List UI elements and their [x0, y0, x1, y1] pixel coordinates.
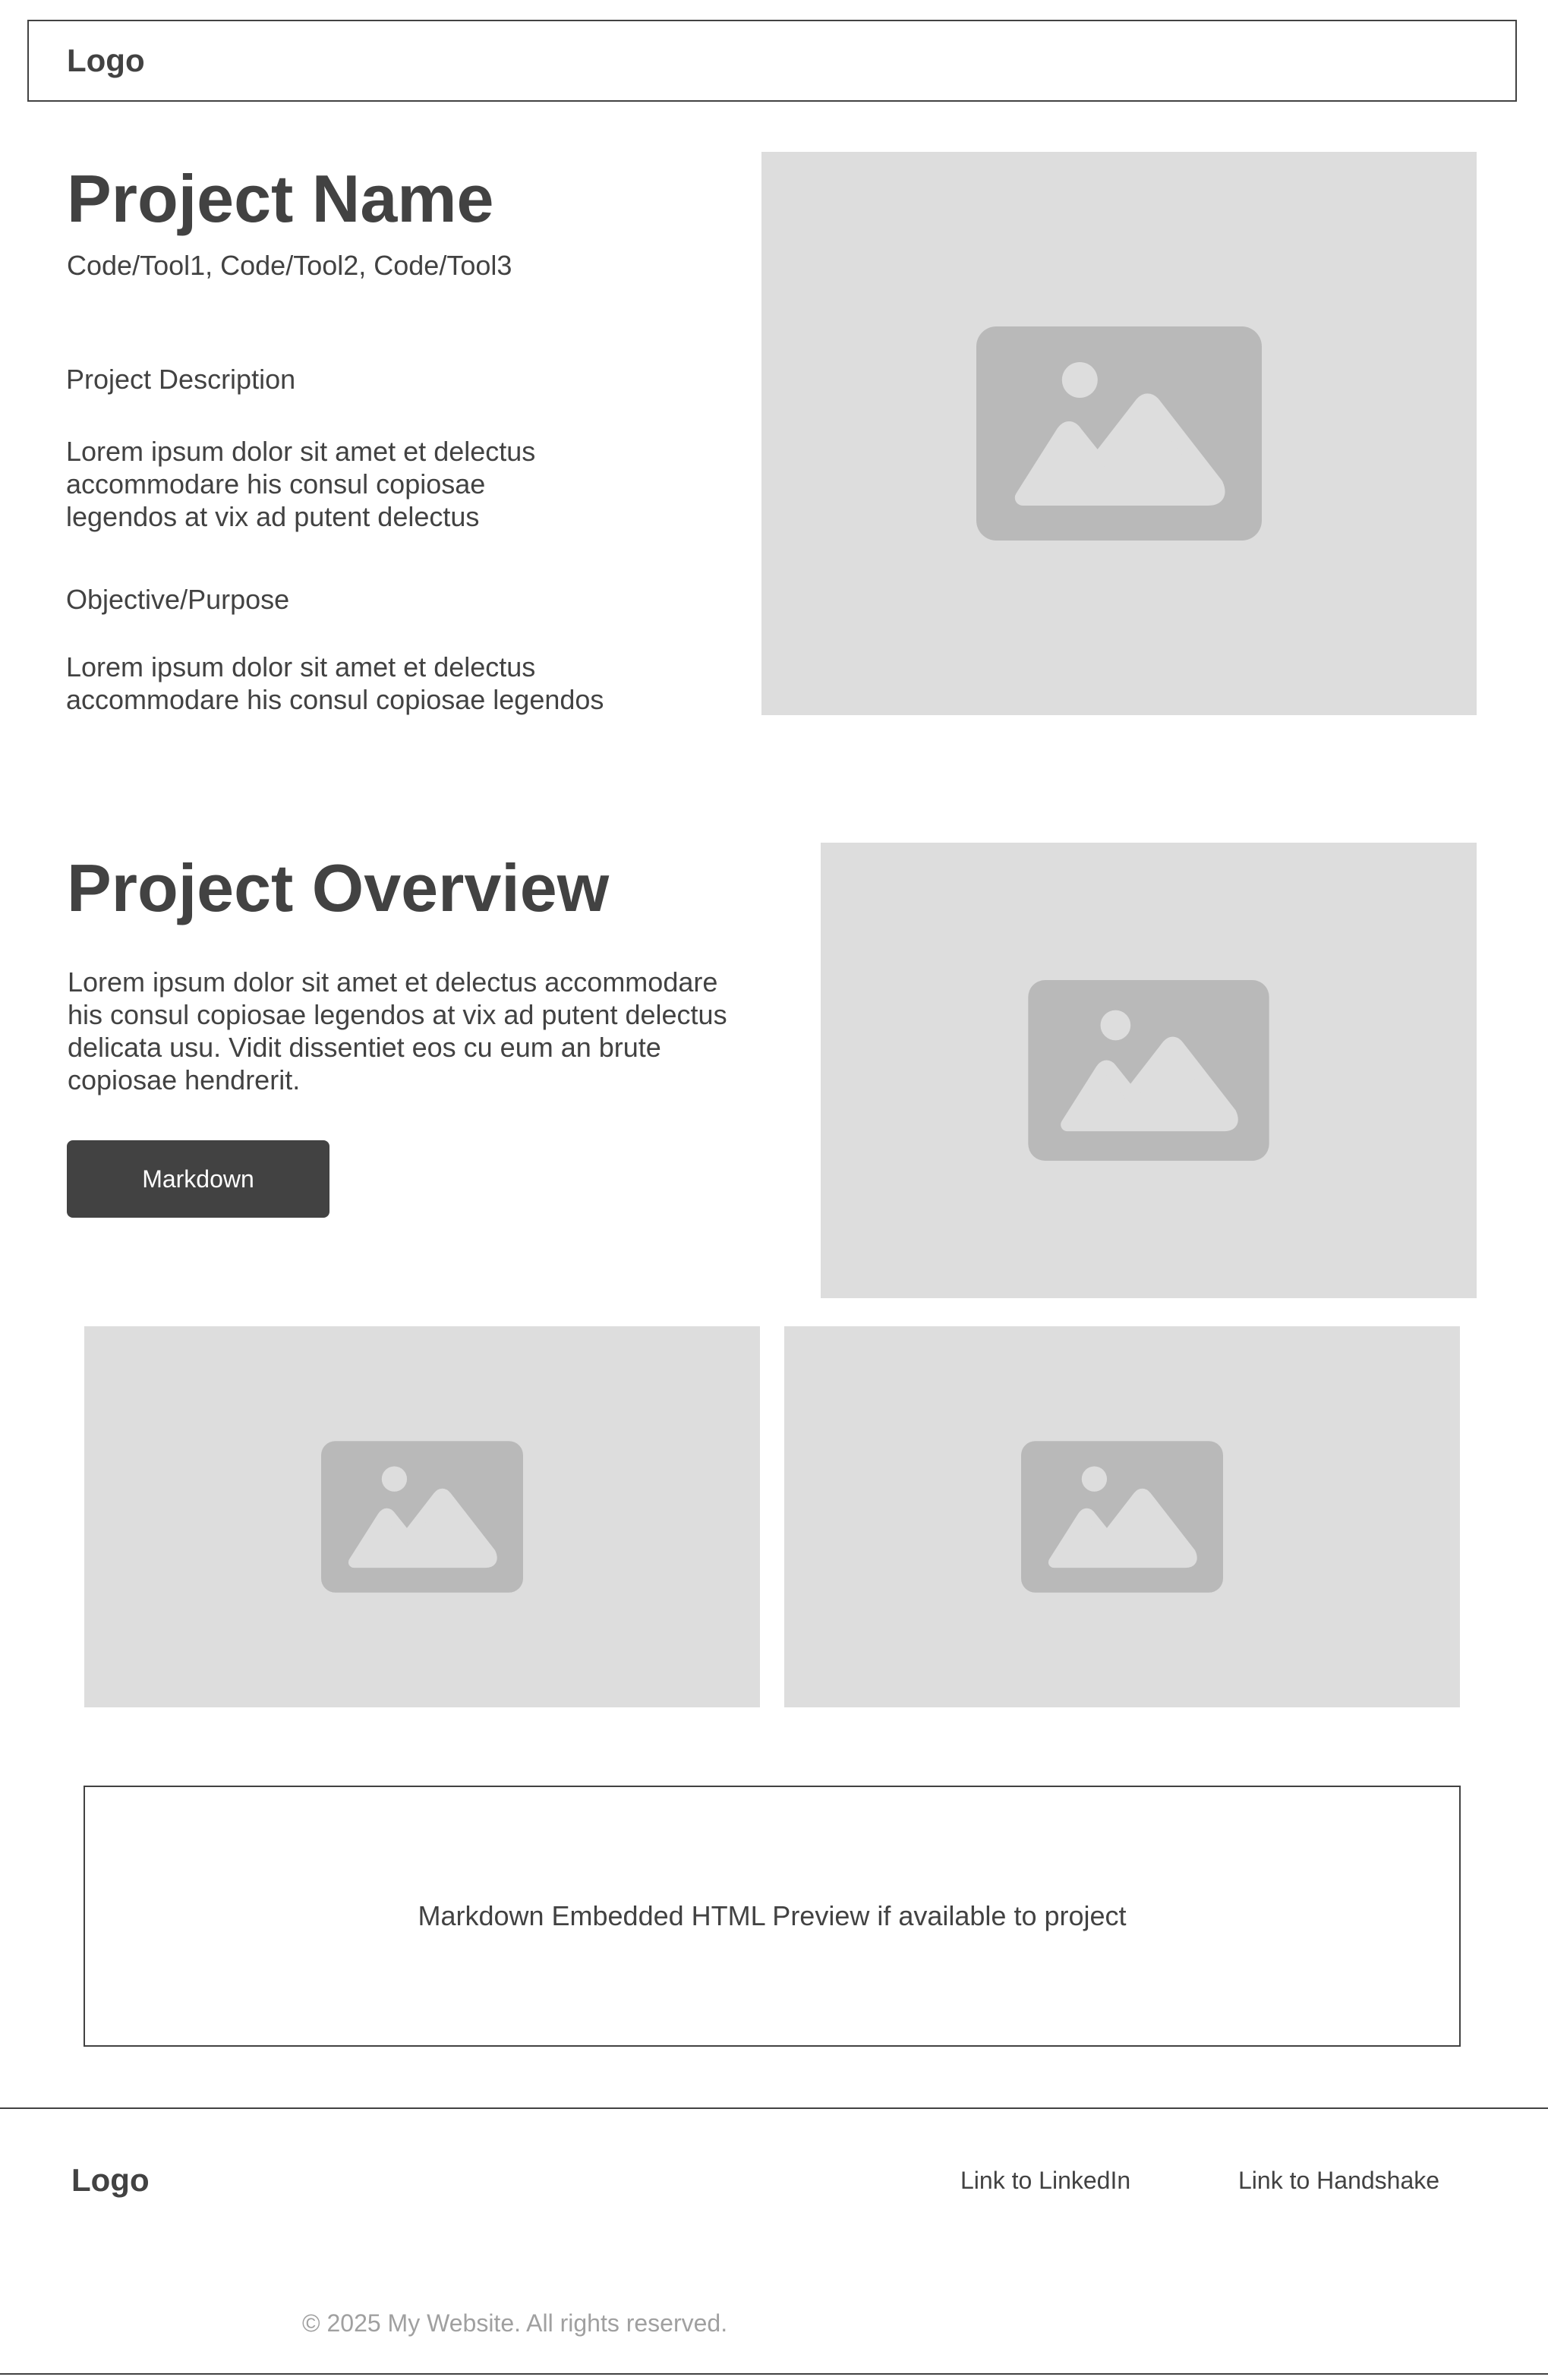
markdown-preview-text: Markdown Embedded HTML Preview if availa…	[418, 1900, 1127, 1931]
objective-label: Objective/Purpose	[66, 584, 290, 615]
markdown-preview: Markdown Embedded HTML Preview if availa…	[84, 1786, 1461, 2047]
markdown-button[interactable]: Markdown	[67, 1140, 329, 1218]
image-icon	[1028, 980, 1269, 1161]
footer-bottom-divider	[0, 2373, 1548, 2375]
site-header	[27, 20, 1517, 102]
overview-image	[821, 843, 1477, 1298]
image-icon	[976, 326, 1262, 541]
gallery-image-2	[784, 1326, 1460, 1707]
project-description-label: Project Description	[66, 364, 296, 395]
footer-top-divider	[0, 2107, 1548, 2109]
project-title: Project Name	[67, 161, 494, 236]
footer-logo[interactable]: Logo	[71, 2158, 150, 2203]
image-icon	[321, 1441, 523, 1593]
copyright-text: © 2025 My Website. All rights reserved.	[302, 2309, 728, 2337]
gallery-image-1	[84, 1326, 760, 1707]
handshake-link[interactable]: Link to Handshake	[1238, 2164, 1439, 2197]
objective-text: Lorem ipsum dolor sit amet et delectus a…	[66, 651, 604, 715]
project-description-text: Lorem ipsum dolor sit amet et delectus a…	[66, 436, 536, 532]
overview-text: Lorem ipsum dolor sit amet et delectus a…	[68, 966, 727, 1095]
image-icon	[1021, 1441, 1223, 1593]
project-hero-image	[761, 152, 1477, 715]
overview-title: Project Overview	[67, 850, 610, 925]
linkedin-link[interactable]: Link to LinkedIn	[960, 2164, 1130, 2197]
project-tools: Code/Tool1, Code/Tool2, Code/Tool3	[67, 250, 512, 281]
header-logo[interactable]: Logo	[67, 38, 145, 84]
